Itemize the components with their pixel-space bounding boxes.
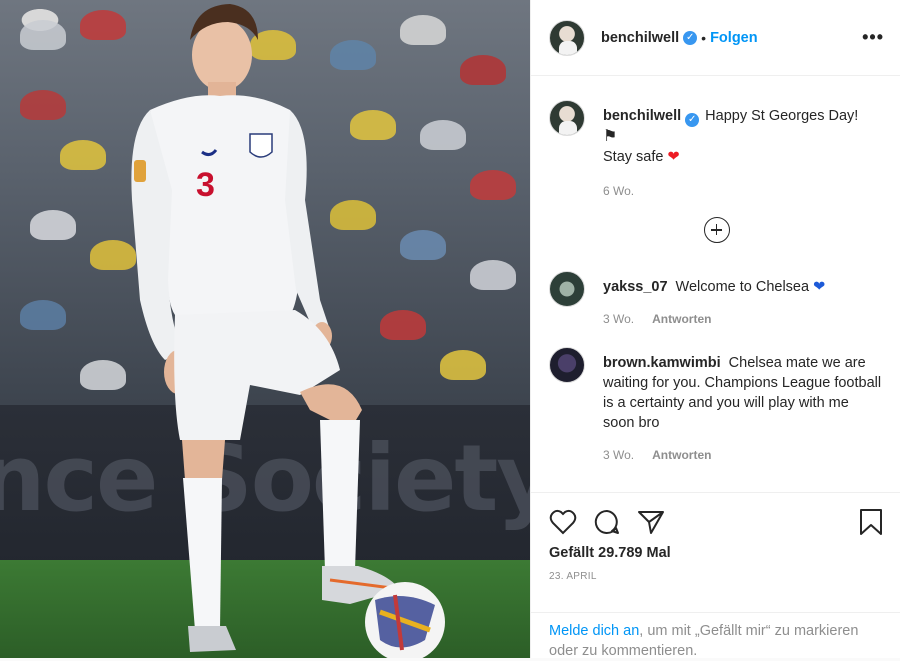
load-more-comments-icon[interactable]	[703, 217, 730, 243]
comment-item: yakss_07 Welcome to Chelsea ❤ 3 Wo. Antw…	[549, 271, 884, 329]
commenter-avatar[interactable]	[549, 271, 585, 307]
commenter-avatar[interactable]	[549, 347, 585, 383]
caption-text-line2: Stay safe	[603, 149, 664, 165]
comment-username[interactable]: brown.kamwimbi	[603, 355, 721, 371]
reply-button[interactable]: Antworten	[652, 309, 711, 329]
follow-button[interactable]: Folgen	[710, 30, 758, 46]
football-player-figure: 3	[131, 4, 445, 658]
jersey-number: 3	[196, 166, 215, 204]
caption: benchilwell ✓ Happy St Georges Day! ⚑ Stay…	[549, 100, 884, 201]
login-prompt: Melde dich an, um mit „Gefällt mir“ zu m…	[531, 612, 900, 659]
verified-badge-icon: ✓	[683, 30, 698, 45]
caption-time[interactable]: 6 Wo.	[603, 181, 634, 201]
separator-dot: •	[701, 29, 707, 46]
instagram-post: nce Society 3 benchilwell ✓ • Folgen •••…	[0, 0, 900, 659]
reply-button[interactable]: Antworten	[652, 445, 711, 465]
post-sidebar: benchilwell ✓ • Folgen ••• benchilwell ✓ H…	[530, 0, 900, 659]
like-heart-icon[interactable]	[549, 509, 577, 535]
post-date[interactable]: 23. APRIL	[549, 571, 884, 582]
more-options-icon[interactable]: •••	[862, 27, 884, 48]
blue-heart-emoji-icon: ❤	[813, 279, 826, 295]
comment-text: Welcome to Chelsea	[675, 279, 810, 295]
likes-count[interactable]: Gefällt 29.789 Mal	[549, 545, 884, 561]
comment-item: brown.kamwimbi Chelsea mate we are waiti…	[549, 347, 884, 465]
comment-time[interactable]: 3 Wo.	[603, 309, 634, 329]
caption-text-line1: Happy St Georges Day!	[705, 108, 859, 124]
bookmark-save-icon[interactable]	[858, 508, 884, 536]
caption-username[interactable]: benchilwell	[603, 108, 681, 124]
caption-avatar[interactable]	[549, 100, 585, 136]
author-username[interactable]: benchilwell	[601, 30, 679, 46]
post-photo[interactable]: nce Society 3	[0, 0, 530, 658]
comment-bubble-icon[interactable]	[593, 508, 621, 536]
flag-emoji-icon: ⚑	[603, 128, 618, 145]
author-avatar[interactable]	[549, 19, 585, 56]
post-header: benchilwell ✓ • Folgen •••	[531, 0, 900, 76]
share-paper-plane-icon[interactable]	[637, 509, 665, 535]
comments-section: benchilwell ✓ Happy St Georges Day! ⚑ Stay…	[531, 76, 900, 492]
red-heart-emoji-icon: ❤	[667, 149, 680, 165]
comment-username[interactable]: yakss_07	[603, 279, 668, 295]
login-link[interactable]: Melde dich an	[549, 623, 639, 639]
comment-time[interactable]: 3 Wo.	[603, 445, 634, 465]
verified-badge-icon: ✓	[685, 113, 700, 127]
